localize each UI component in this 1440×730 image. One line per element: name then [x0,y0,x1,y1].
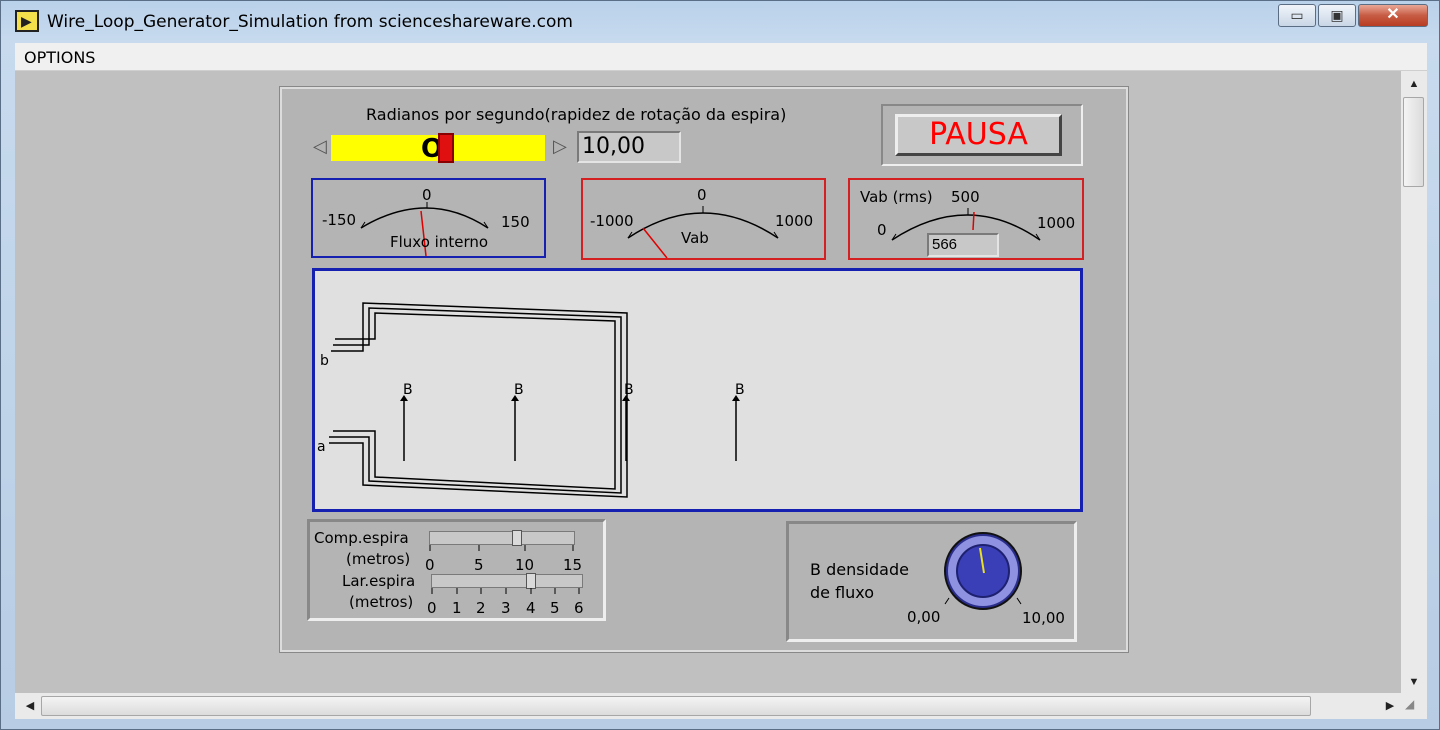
vab-rms-meter-min: 0 [877,221,887,239]
length-tick-5: 5 [474,556,484,573]
width-tick-3: 3 [501,599,511,616]
length-slider-scale: 0 5 10 15 [425,545,582,573]
flux-density-knob[interactable] [935,528,1035,610]
vab-rms-meter-max: 1000 [1037,214,1076,232]
application-window: Wire_Loop_Generator_Simulation from scie… [0,0,1440,730]
menu-options[interactable]: OPTIONS [24,48,95,67]
scroll-down-icon[interactable]: ▼ [1401,671,1427,693]
wire-loop-drawing: b a B B B B [317,302,745,498]
length-tick-15: 15 [563,556,582,573]
vab-meter-min: -1000 [590,212,634,230]
flux-density-label-line1: B densidade [810,560,909,579]
length-tick-0: 0 [425,556,435,573]
length-label: Comp.espira [314,529,409,547]
vab-rms-value: 566 [927,233,999,257]
field-label-2: B [514,382,524,398]
vertical-scroll-thumb[interactable] [1403,97,1424,187]
vab-meter-max: 1000 [775,212,814,230]
length-tick-10: 10 [515,556,534,573]
pause-button[interactable]: PAUSA [895,114,1062,156]
flux-density-label-line2: de fluxo [810,583,875,602]
flux-meter-mid: 0 [422,186,432,204]
flux-meter-max: 150 [501,213,530,231]
labview-app-icon [15,10,39,32]
flux-density-min: 0,00 [907,608,941,626]
scroll-up-icon[interactable]: ▲ [1401,73,1427,95]
horizontal-scroll-thumb[interactable] [41,696,1311,716]
vab-rms-meter-label: Vab (rms) [860,188,933,206]
close-button[interactable]: ✕ [1358,4,1428,27]
width-unit-label: (metros) [349,593,414,611]
speed-value-display[interactable]: 10,00 [577,131,681,163]
width-tick-1: 1 [452,599,462,616]
vab-meter-label: Vab [681,229,709,247]
minimize-button[interactable]: ▭ [1278,4,1316,27]
title-bar: Wire_Loop_Generator_Simulation from scie… [1,1,1440,41]
length-unit-label: (metros) [346,550,411,568]
width-tick-2: 2 [476,599,486,616]
width-tick-4: 4 [526,599,536,616]
wire-loop-middle [329,307,622,494]
width-label: Lar.espira [342,572,416,590]
speed-slider-knob[interactable] [438,133,454,163]
speed-label: Radianos por segundo(rapidez de rotação … [366,105,787,124]
window-title: Wire_Loop_Generator_Simulation from scie… [47,12,573,32]
vab-rms-meter-mid: 500 [951,188,980,206]
scroll-left-icon[interactable]: ◀ [19,693,41,719]
width-tick-6: 6 [574,599,584,616]
speed-decrement-icon[interactable]: ◁ [313,136,327,157]
maximize-button[interactable]: ▣ [1318,4,1356,27]
terminal-a-label: a [317,439,326,455]
terminal-b-label: b [320,353,329,369]
scroll-right-icon[interactable]: ▶ [1379,693,1401,719]
speed-increment-icon[interactable]: ▷ [553,136,567,157]
menu-bar: OPTIONS [15,43,1427,71]
wire-loop-outer [329,302,628,498]
field-label-1: B [403,382,413,398]
wire-loop-inner [333,312,616,490]
field-label-3: B [624,382,634,398]
vertical-scrollbar[interactable]: ▲ ▼ [1401,71,1427,693]
flux-meter-label: Fluxo interno [390,233,489,251]
field-label-4: B [735,382,745,398]
width-tick-0: 0 [427,599,437,616]
flux-density-max: 10,00 [1022,609,1065,627]
vab-meter-mid: 0 [697,186,707,204]
resize-grip-icon[interactable]: ◢ [1405,697,1425,717]
width-tick-5: 5 [550,599,560,616]
flux-meter-min: -150 [322,211,357,229]
horizontal-scrollbar[interactable]: ◀ ▶ [15,693,1427,719]
width-slider-scale: 0 1 2 3 4 5 6 [427,588,584,616]
